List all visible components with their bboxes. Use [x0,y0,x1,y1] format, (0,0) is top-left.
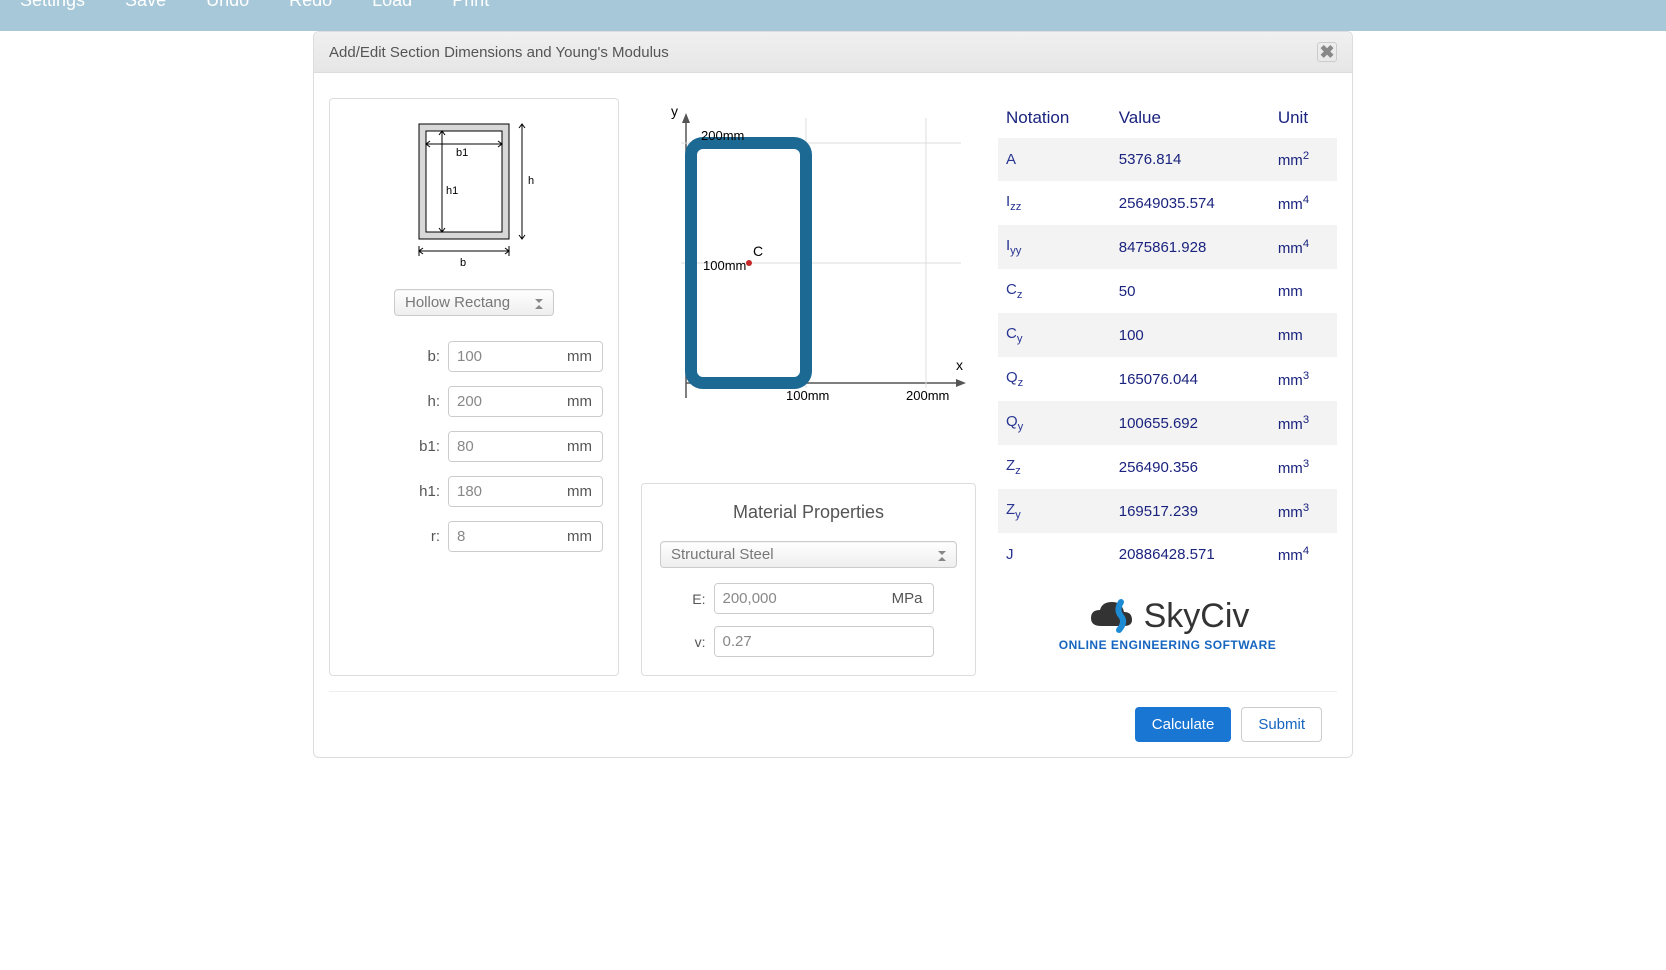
svg-text:y: y [671,103,678,119]
label-b1: b1 [456,147,468,159]
close-icon[interactable]: ✖ [1317,42,1337,62]
shape-panel: h h1 b1 b [329,98,619,676]
results-table: Notation Value Unit A5376.814mm2Izz25649… [998,98,1337,576]
section-modal: Add/Edit Section Dimensions and Young's … [313,31,1353,758]
dim-unit-h1: mm [557,477,602,506]
cloud-icon [1086,596,1138,636]
label-b: b [460,257,466,269]
logo-text: SkyCiv [1144,597,1250,636]
dim-input-b1[interactable] [449,432,557,461]
modal-header: Add/Edit Section Dimensions and Young's … [314,32,1352,73]
shape-select-label: Hollow Rectang [405,294,510,311]
table-row: A5376.814mm2 [998,138,1337,181]
results-panel: Notation Value Unit A5376.814mm2Izz25649… [998,98,1337,676]
table-row: J20886428.571mm4 [998,533,1337,576]
shape-select[interactable]: Hollow Rectang [394,289,554,316]
top-menu: Settings Save Undo Redo Load Print [0,0,1666,31]
mat-unit-E: MPa [882,584,933,613]
dim-input-h[interactable] [449,387,557,416]
mat-row-v: v: [660,626,957,657]
label-h1: h1 [446,185,458,197]
table-row: Izz25649035.574mm4 [998,181,1337,225]
dim-unit-b1: mm [557,432,602,461]
section-chart: y x C 100mm 200mm 100mm 200mm [641,98,976,438]
col-notation: Notation [998,98,1111,138]
mat-input-v[interactable] [715,627,913,656]
dim-unit-b: mm [557,342,602,371]
skyciv-logo: SkyCiv ONLINE ENGINEERING SOFTWARE [998,596,1337,652]
mat-row-E: E: MPa [660,583,957,614]
col-unit: Unit [1270,98,1337,138]
dim-label-b1: b1: [408,438,448,455]
material-title: Material Properties [660,502,957,523]
material-panel: Material Properties Structural Steel E: … [641,483,976,676]
dim-label-b: b: [408,348,448,365]
dim-input-b[interactable] [449,342,557,371]
dim-label-r: r: [408,528,448,545]
table-row: Iyy8475861.928mm4 [998,225,1337,269]
table-row: Qz165076.044mm3 [998,357,1337,401]
dim-input-h1[interactable] [449,477,557,506]
dim-input-r[interactable] [449,522,557,551]
col-value: Value [1111,98,1270,138]
dim-unit-r: mm [557,522,602,551]
mat-input-E[interactable] [715,584,882,613]
svg-text:100mm: 100mm [703,258,746,273]
logo-tagline: ONLINE ENGINEERING SOFTWARE [998,638,1337,652]
svg-text:x: x [956,357,963,373]
dim-row-r: r: mm [345,521,603,552]
material-select[interactable]: Structural Steel [660,541,957,568]
dim-label-h1: h1: [408,483,448,500]
mat-label-v: v: [684,634,714,650]
svg-text:200mm: 200mm [701,128,744,143]
mat-unit-v [913,627,933,656]
dim-row-h1: h1: mm [345,476,603,507]
dim-unit-h: mm [557,387,602,416]
dim-label-h: h: [408,393,448,410]
table-row: Zy169517.239mm3 [998,489,1337,533]
svg-text:100mm: 100mm [786,388,829,403]
material-select-label: Structural Steel [671,546,774,563]
dim-row-b: b: mm [345,341,603,372]
table-row: Cz50mm [998,269,1337,313]
mat-label-E: E: [684,591,714,607]
shape-diagram: h h1 b1 b [394,114,554,279]
table-row: Cy100mm [998,313,1337,357]
table-row: Zz256490.356mm3 [998,445,1337,489]
svg-text:C: C [753,243,763,259]
modal-title: Add/Edit Section Dimensions and Young's … [329,44,669,61]
dim-row-h: h: mm [345,386,603,417]
modal-footer: Calculate Submit [329,691,1337,757]
submit-button[interactable]: Submit [1241,707,1322,742]
table-row: Qy100655.692mm3 [998,401,1337,445]
dim-row-b1: b1: mm [345,431,603,462]
calculate-button[interactable]: Calculate [1135,707,1232,742]
svg-text:200mm: 200mm [906,388,949,403]
label-h: h [528,175,534,187]
